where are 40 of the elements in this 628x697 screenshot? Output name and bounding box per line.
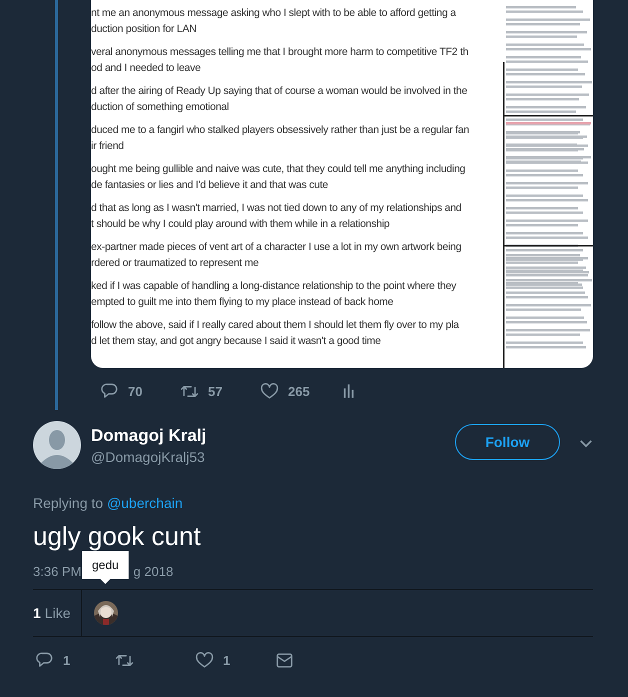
document-text: duction position for LAN — [91, 22, 198, 37]
document-text: nt me an anonymous message asking who I slept with to be able to afford getting a — [91, 6, 458, 21]
reply-icon[interactable] — [35, 650, 54, 670]
tooltip: gedu — [82, 551, 129, 584]
document-text: d that as long as I wasn't married, I was not tied down to any of my relationships and — [91, 201, 462, 216]
like-count[interactable]: 1 Like — [33, 590, 82, 636]
tweet-text: ugly gook cunt — [33, 520, 202, 553]
document-text: duced me to a fangirl who stalked players obsessively rather than just be a regular fan — [91, 123, 470, 138]
timestamp-text[interactable]: g 2018 — [133, 564, 174, 578]
document-text: de fantasies or lies and I'd believe it and that was cute — [91, 178, 329, 193]
heart-icon[interactable] — [260, 382, 279, 400]
mention-link[interactable]: @uberchain — [106, 495, 183, 511]
document-text: d let them stay, and got angry because I said it wasn't a good time — [91, 334, 382, 349]
chevron-down-icon[interactable] — [579, 439, 593, 448]
default-avatar-icon[interactable] — [33, 421, 81, 469]
document-text: od and I needed to leave — [91, 61, 202, 76]
action-count: 1 — [63, 652, 70, 668]
reply-icon[interactable] — [100, 382, 119, 400]
document-text: rdered or traumatized to represent me — [91, 256, 260, 271]
action-count: 70 — [128, 384, 142, 398]
follow-button[interactable]: Follow — [455, 424, 560, 460]
document-text: empted to guilt me into them flying to my place instead of back home — [91, 295, 394, 310]
timestamp-text[interactable]: 3:36 PM — [33, 564, 82, 578]
document-text: ex-partner made pieces of vent art of a character I use a lot in my own artwork being — [91, 240, 462, 255]
envelope-icon[interactable] — [275, 650, 294, 670]
document-text: d after the airing of Ready Up saying that of course a woman would be involved in the — [91, 84, 468, 99]
document-text: duction of something emotional — [91, 100, 230, 115]
action-count: 265 — [288, 384, 310, 398]
replying-to-label: Replying to — [33, 495, 104, 511]
document-text: ked if I was capable of handling a long-distance relationship to the point where they — [91, 279, 458, 294]
action-count: 1 — [223, 652, 230, 668]
document-text: veral anonymous messages telling me that I brought more harm to competitive TF2 th — [91, 45, 470, 60]
document-text: follow the above, said if I really cared about them I should let them fly over to my pla — [91, 318, 460, 333]
heart-icon[interactable] — [195, 650, 214, 670]
document-text: t should be why I could play around with them while in a relationship — [91, 217, 391, 232]
author-handle[interactable]: @DomagojKralj53 — [91, 447, 205, 467]
document-text: ir friend — [91, 139, 125, 154]
document-text: ought me being gullible and naive was cute, that they could tell me anything including — [91, 162, 466, 177]
action-count: 57 — [208, 384, 222, 398]
author-name[interactable]: Domagoj Kralj — [91, 425, 206, 447]
